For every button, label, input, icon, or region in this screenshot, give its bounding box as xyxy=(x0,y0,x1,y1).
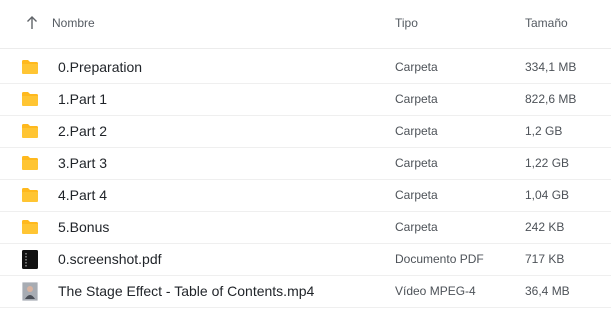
file-name: 5.Bonus xyxy=(58,219,110,235)
folder-icon xyxy=(21,155,39,171)
column-header-name[interactable]: Nombre xyxy=(52,15,95,31)
folder-icon xyxy=(21,187,39,203)
file-type: Carpeta xyxy=(395,92,438,106)
file-row[interactable]: 0.screenshot.pdf Documento PDF 717 KB xyxy=(0,244,611,276)
file-row[interactable]: 5.Bonus Carpeta 242 KB xyxy=(0,212,611,244)
file-row[interactable]: 4.Part 4 Carpeta 1,04 GB xyxy=(0,180,611,212)
folder-icon xyxy=(21,91,39,107)
file-name: 3.Part 3 xyxy=(58,155,108,171)
file-size: 1,22 GB xyxy=(525,156,570,170)
column-header-row: Nombre Tipo Tamaño xyxy=(0,0,611,49)
file-type: Carpeta xyxy=(395,188,438,202)
file-row[interactable]: The Stage Effect - Table of Contents.mp4… xyxy=(0,276,611,308)
file-size: 1,04 GB xyxy=(525,188,570,202)
file-name: 0.Preparation xyxy=(58,59,143,75)
file-type: Vídeo MPEG-4 xyxy=(395,284,476,298)
video-thumbnail-icon xyxy=(22,282,38,301)
file-type: Documento PDF xyxy=(395,252,484,266)
file-row[interactable]: 2.Part 2 Carpeta 1,2 GB xyxy=(0,116,611,148)
file-size: 822,6 MB xyxy=(525,92,577,106)
file-row[interactable]: 0.Preparation Carpeta 334,1 MB xyxy=(0,52,611,84)
file-type: Carpeta xyxy=(395,124,438,138)
file-name: 4.Part 4 xyxy=(58,187,108,203)
file-row[interactable]: 3.Part 3 Carpeta 1,22 GB xyxy=(0,148,611,180)
file-type: Carpeta xyxy=(395,156,438,170)
folder-icon xyxy=(21,123,39,139)
file-size: 717 KB xyxy=(525,252,565,266)
folder-icon xyxy=(21,59,39,75)
column-header-size[interactable]: Tamaño xyxy=(525,15,568,31)
file-size: 334,1 MB xyxy=(525,60,577,74)
pdf-thumbnail-icon xyxy=(22,250,38,269)
file-name: 1.Part 1 xyxy=(58,91,108,107)
file-name: 0.screenshot.pdf xyxy=(58,251,162,267)
file-row[interactable]: 1.Part 1 Carpeta 822,6 MB xyxy=(0,84,611,116)
file-size: 242 KB xyxy=(525,220,565,234)
file-rows: 0.Preparation Carpeta 334,1 MB 1.Part 1 … xyxy=(0,52,611,308)
file-list: Nombre Tipo Tamaño 0.Preparation Carpeta… xyxy=(0,0,611,328)
file-type: Carpeta xyxy=(395,220,438,234)
file-name: The Stage Effect - Table of Contents.mp4 xyxy=(58,283,315,299)
file-name: 2.Part 2 xyxy=(58,123,108,139)
file-size: 1,2 GB xyxy=(525,124,563,138)
sort-ascending-icon[interactable] xyxy=(24,14,40,32)
column-header-type[interactable]: Tipo xyxy=(395,15,418,31)
file-type: Carpeta xyxy=(395,60,438,74)
folder-icon xyxy=(21,219,39,235)
file-size: 36,4 MB xyxy=(525,284,570,298)
